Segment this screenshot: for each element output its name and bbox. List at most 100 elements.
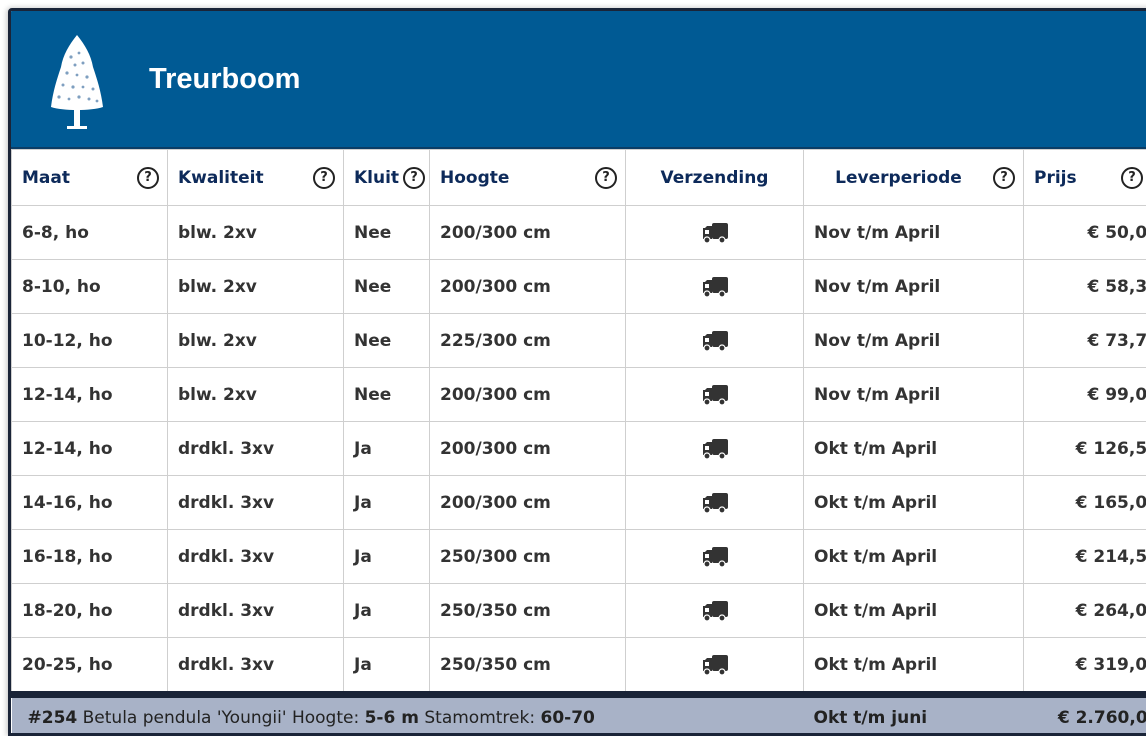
cell-prijs: € 264,00	[1024, 584, 1146, 638]
table-row[interactable]: 14-16, hodrdkl. 3xvJa200/300 cmOkt t/m A…	[12, 476, 1146, 530]
help-icon[interactable]: ?	[137, 167, 159, 189]
cell-kluit: Nee	[344, 314, 430, 368]
height-value: 5-6 m	[365, 708, 419, 728]
truck-icon	[701, 277, 729, 297]
cell-prijs: € 126,50	[1024, 422, 1146, 476]
cell-leverperiode: Nov t/m April	[804, 260, 1024, 314]
cell-leverperiode: Okt t/m April	[804, 476, 1024, 530]
height-label: Hoogte:	[292, 708, 359, 728]
cell-hoogte: 200/300 cm	[430, 422, 626, 476]
cell-kwaliteit: blw. 2xv	[168, 314, 344, 368]
cell-leverperiode: Okt t/m April	[804, 530, 1024, 584]
truck-icon	[701, 547, 729, 567]
weeping-tree-icon	[49, 33, 105, 131]
cell-leverperiode: Nov t/m April	[804, 206, 1024, 260]
cell-kluit: Nee	[344, 260, 430, 314]
help-icon[interactable]: ?	[595, 167, 617, 189]
product-number: #254	[28, 708, 78, 728]
cell-hoogte: 250/350 cm	[430, 584, 626, 638]
cell-prijs: € 319,00	[1024, 638, 1146, 695]
cell-leverperiode: Nov t/m April	[804, 314, 1024, 368]
table-row[interactable]: 12-14, hodrdkl. 3xvJa200/300 cm Okt t/m A…	[12, 422, 1146, 476]
price-table: Maat? Kwaliteit? Kluit? Hoogte? Verzendi…	[11, 149, 1146, 736]
table-row[interactable]: 20-25, hodrdkl. 3xvJa250/350 cmOkt t/m A…	[12, 638, 1146, 695]
cell-prijs: € 58,30	[1024, 260, 1146, 314]
cell-kluit: Nee	[344, 206, 430, 260]
col-header-verzending: Verzending	[626, 150, 804, 206]
product-name: Betula pendula 'Youngii'	[83, 708, 287, 728]
table-row[interactable]: 16-18, hodrdkl. 3xvJa250/300 cmOkt t/m A…	[12, 530, 1146, 584]
table-row[interactable]: 8-10, hoblw. 2xvNee200/300 cmNov t/m Apr…	[12, 260, 1146, 314]
page-title: Treurboom	[149, 63, 300, 96]
cell-prijs: € 73,70	[1024, 314, 1146, 368]
cell-maat: 20-25, ho	[12, 638, 168, 695]
cell-kluit: Ja	[344, 638, 430, 695]
table-header-row: Maat? Kwaliteit? Kluit? Hoogte? Verzendi…	[12, 150, 1146, 206]
col-header-prijs: Prijs?	[1024, 150, 1146, 206]
table-row[interactable]: 10-12, hoblw. 2xvNee225/300 cm Nov t/m Ap…	[12, 314, 1146, 368]
cell-verzending	[626, 584, 804, 638]
cell-maat: 12-14, ho	[12, 422, 168, 476]
truck-icon	[701, 223, 729, 243]
table-row[interactable]: 18-20, hodrdkl. 3xvJa250/350 cm Okt t/m A…	[12, 584, 1146, 638]
cell-kluit: Ja	[344, 422, 430, 476]
cell-prijs: € 50,05	[1024, 206, 1146, 260]
help-icon[interactable]: ?	[993, 167, 1015, 189]
truck-icon	[701, 655, 729, 675]
cell-leverperiode: Okt t/m April	[804, 422, 1024, 476]
cell-hoogte: 225/300 cm	[430, 314, 626, 368]
cell-hoogte: 200/300 cm	[430, 368, 626, 422]
col-header-hoogte: Hoogte?	[430, 150, 626, 206]
cell-kluit: Ja	[344, 584, 430, 638]
cell-verzending	[626, 206, 804, 260]
cell-hoogte: 200/300 cm	[430, 260, 626, 314]
table-row[interactable]: 12-14, hoblw. 2xvNee200/300 cmNov t/m Ap…	[12, 368, 1146, 422]
product-panel: Treurboom Maat? Kwaliteit? Kluit? Hoogte…	[8, 8, 1146, 736]
cell-maat: 6-8, ho	[12, 206, 168, 260]
cell-leverperiode: Okt t/m April	[804, 584, 1024, 638]
col-header-maat: Maat?	[12, 150, 168, 206]
cell-hoogte: 250/300 cm	[430, 530, 626, 584]
cell-leverperiode: Nov t/m April	[804, 368, 1024, 422]
cell-maat: 12-14, ho	[12, 368, 168, 422]
featured-price: € 2.760,00	[1024, 695, 1146, 736]
truck-icon	[701, 331, 729, 351]
cell-verzending	[626, 638, 804, 695]
cell-prijs: € 99,00	[1024, 368, 1146, 422]
cell-prijs: € 214,50	[1024, 530, 1146, 584]
cell-kwaliteit: drdkl. 3xv	[168, 530, 344, 584]
table-row[interactable]: 6-8, hoblw. 2xvNee200/300 cm Nov t/m Apri…	[12, 206, 1146, 260]
cell-maat: 14-16, ho	[12, 476, 168, 530]
cell-verzending	[626, 368, 804, 422]
cell-kwaliteit: drdkl. 3xv	[168, 476, 344, 530]
cell-hoogte: 200/300 cm	[430, 206, 626, 260]
cell-kluit: Ja	[344, 530, 430, 584]
help-icon[interactable]: ?	[403, 167, 425, 189]
featured-delivery-period: Okt t/m juni	[804, 695, 1024, 736]
help-icon[interactable]: ?	[1121, 167, 1143, 189]
cell-verzending	[626, 260, 804, 314]
featured-product-row[interactable]: #254 Betula pendula 'Youngii' Hoogte: 5-…	[12, 695, 1146, 736]
cell-hoogte: 250/350 cm	[430, 638, 626, 695]
help-icon[interactable]: ?	[313, 167, 335, 189]
col-header-kwaliteit: Kwaliteit?	[168, 150, 344, 206]
cell-kwaliteit: blw. 2xv	[168, 368, 344, 422]
cell-maat: 10-12, ho	[12, 314, 168, 368]
trunk-label: Stamomtrek:	[424, 708, 535, 728]
cell-kwaliteit: drdkl. 3xv	[168, 584, 344, 638]
trunk-value: 60-70	[540, 708, 594, 728]
cell-kluit: Ja	[344, 476, 430, 530]
cell-kwaliteit: blw. 2xv	[168, 206, 344, 260]
truck-icon	[701, 385, 729, 405]
cell-kwaliteit: blw. 2xv	[168, 260, 344, 314]
cell-maat: 18-20, ho	[12, 584, 168, 638]
cell-verzending	[626, 422, 804, 476]
cell-kwaliteit: drdkl. 3xv	[168, 638, 344, 695]
cell-kwaliteit: drdkl. 3xv	[168, 422, 344, 476]
featured-product-description: #254 Betula pendula 'Youngii' Hoogte: 5-…	[12, 695, 804, 736]
cell-verzending	[626, 530, 804, 584]
col-header-kluit: Kluit?	[344, 150, 430, 206]
cell-prijs: € 165,00	[1024, 476, 1146, 530]
panel-header: Treurboom	[11, 11, 1146, 149]
truck-icon	[701, 493, 729, 513]
